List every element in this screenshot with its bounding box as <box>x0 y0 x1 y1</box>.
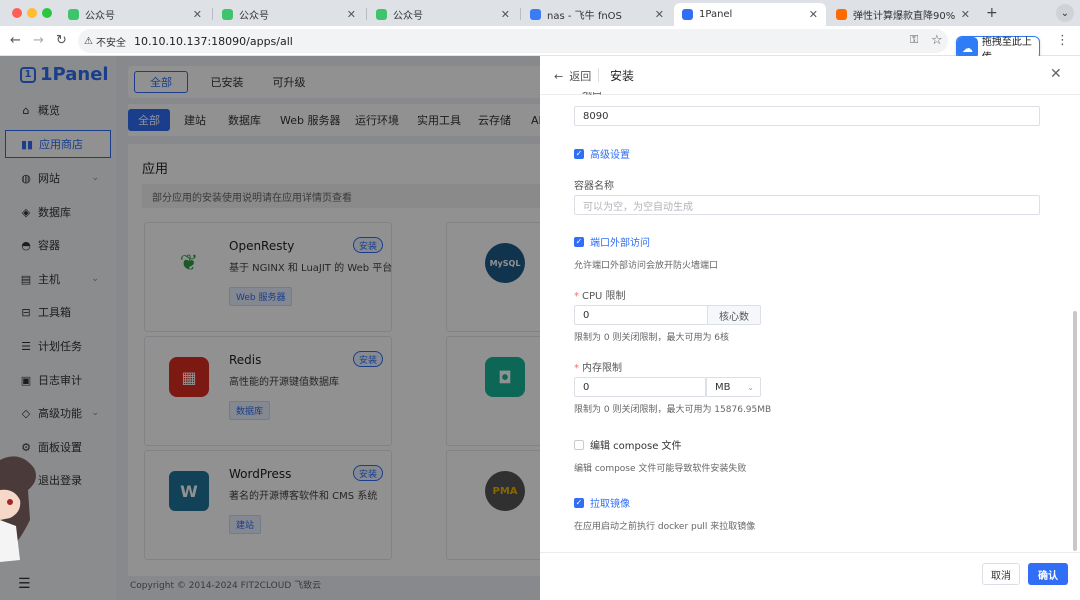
back-arrow-icon[interactable]: ← <box>10 33 21 48</box>
aliyun-icon <box>836 9 847 20</box>
port-input[interactable]: 8090 <box>574 106 1040 126</box>
wechat-icon <box>68 9 79 20</box>
cpu-limit-label: * CPU 限制 <box>574 291 626 302</box>
1panel-icon <box>682 9 693 20</box>
browser-tab[interactable]: 弹性计算爆款直降90%! ✕ <box>828 3 978 26</box>
browser-tab-bar: 公众号 ✕ 公众号 ✕ 公众号 ✕ nas - 飞牛 fnOS ✕ 1Panel… <box>0 0 1080 26</box>
reload-icon[interactable]: ↻ <box>56 33 67 48</box>
key-icon[interactable]: ⚿ <box>910 33 918 47</box>
checkbox-checked-icon: ✓ <box>574 236 584 247</box>
close-window-button[interactable] <box>12 8 22 18</box>
fnos-icon <box>530 9 541 20</box>
chevron-down-icon[interactable]: ⌄ <box>1056 4 1074 22</box>
browser-tab[interactable]: 公众号 ✕ <box>60 3 210 26</box>
checkbox-checked-icon: ✓ <box>574 148 584 159</box>
tab-close-icon[interactable]: ✕ <box>961 8 970 21</box>
confirm-button[interactable]: 确认 <box>1028 563 1068 585</box>
wechat-icon <box>222 9 233 20</box>
mascot-sticker <box>0 456 36 562</box>
checkbox-unchecked-icon <box>574 439 584 450</box>
modal-overlay[interactable] <box>0 56 540 600</box>
tab-close-icon[interactable]: ✕ <box>501 8 510 21</box>
new-tab-icon[interactable]: + <box>986 5 998 21</box>
container-name-input[interactable]: 可以为空，为空自动生成 <box>574 195 1040 215</box>
maximize-window-button[interactable] <box>42 8 52 18</box>
cpu-unit: 核心数 <box>707 305 761 325</box>
more-menu-icon[interactable]: ⋮ <box>1056 33 1069 48</box>
address-bar: ← → ↻ ⚠ 不安全 10.10.10.137:18090/apps/all ⚿… <box>0 26 1080 56</box>
drawer-scrollbar[interactable] <box>1073 311 1077 551</box>
memory-limit-label: * 内存限制 <box>574 363 622 374</box>
star-icon[interactable]: ☆ <box>931 33 943 48</box>
browser-tab-active[interactable]: 1Panel ✕ <box>674 3 826 26</box>
tab-close-icon[interactable]: ✕ <box>193 8 202 21</box>
memory-limit-hint: 限制为 0 则关闭限制，最大可用为 15876.95MB <box>574 405 772 415</box>
pull-image-hint: 在应用启动之前执行 docker pull 来拉取镜像 <box>574 522 756 532</box>
url-field[interactable]: ⚠ 不安全 10.10.10.137:18090/apps/all <box>78 29 948 53</box>
edit-compose-hint: 编辑 compose 文件可能导致软件安装失败 <box>574 464 747 474</box>
tab-close-icon[interactable]: ✕ <box>655 8 664 21</box>
edit-compose-checkbox[interactable]: 编辑 compose 文件 <box>574 437 682 452</box>
browser-tab[interactable]: nas - 飞牛 fnOS ✕ <box>522 3 672 26</box>
back-arrow-icon: ← <box>554 69 564 83</box>
external-access-hint: 允许端口外部访问会放开防火墙端口 <box>574 261 719 271</box>
back-button[interactable]: ← 返回 <box>554 68 591 84</box>
minimize-window-button[interactable] <box>27 8 37 18</box>
cpu-limit-hint: 限制为 0 则关闭限制，最大可用为 6核 <box>574 333 730 343</box>
tab-close-icon[interactable]: ✕ <box>809 8 818 21</box>
browser-tab[interactable]: 公众号 ✕ <box>368 3 518 26</box>
tab-close-icon[interactable]: ✕ <box>347 8 356 21</box>
wechat-icon <box>376 9 387 20</box>
cancel-button[interactable]: 取消 <box>982 563 1020 585</box>
external-access-checkbox[interactable]: ✓ 端口外部访问 <box>574 234 650 249</box>
port-label: *端口 <box>574 92 602 99</box>
browser-tab[interactable]: 公众号 ✕ <box>214 3 364 26</box>
container-name-label: 容器名称 <box>574 181 614 192</box>
memory-unit-select[interactable]: MB ⌄ <box>706 377 761 397</box>
advanced-settings-checkbox[interactable]: ✓ 高级设置 <box>574 146 630 161</box>
insecure-badge[interactable]: ⚠ 不安全 <box>84 34 126 49</box>
chevron-down-icon: ⌄ <box>747 382 754 392</box>
checkbox-checked-icon: ✓ <box>574 497 584 508</box>
forward-arrow-icon[interactable]: → <box>33 33 44 48</box>
close-icon[interactable]: ✕ <box>1050 66 1062 82</box>
pull-image-checkbox[interactable]: ✓ 拉取镜像 <box>574 495 630 510</box>
warning-icon: ⚠ <box>84 35 93 47</box>
drawer-footer: 取消 确认 <box>540 552 1080 600</box>
drawer-title: 安装 <box>610 69 635 83</box>
cpu-limit-input[interactable]: 0 <box>574 305 708 325</box>
memory-limit-input[interactable]: 0 <box>574 377 706 397</box>
install-drawer: ←返回 安装 ✕ *端口 8090 ✓高级设置 容器名称 可以为空，为空自动生成… <box>540 56 1080 600</box>
